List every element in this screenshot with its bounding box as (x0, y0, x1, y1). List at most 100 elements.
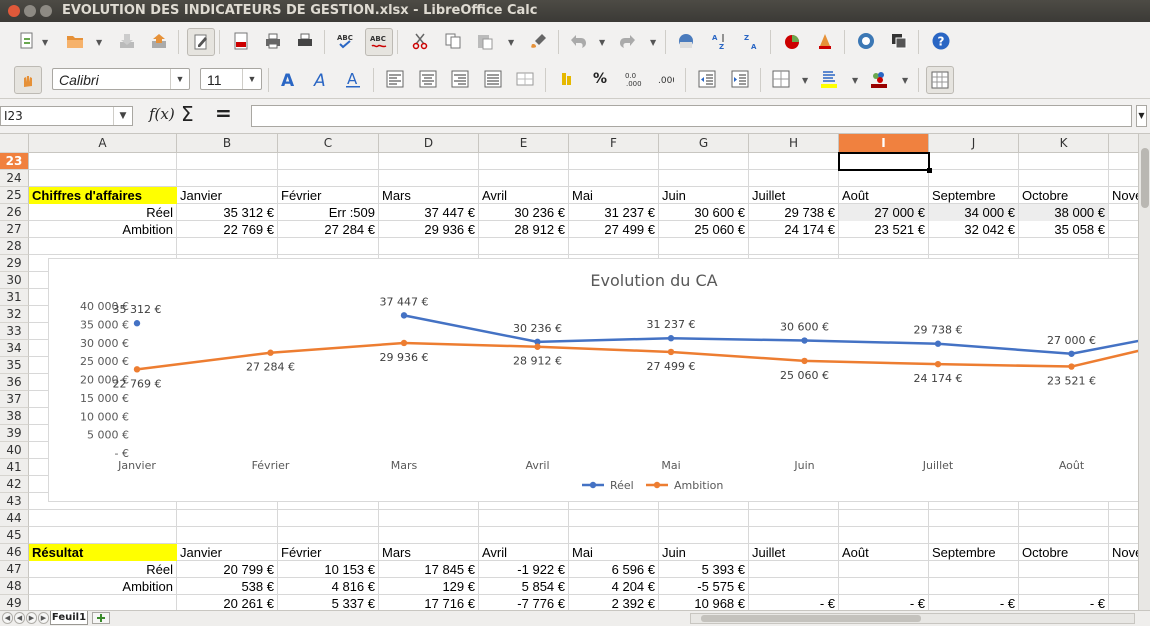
cell-h46[interactable]: Juillet (749, 544, 838, 561)
select-all-corner[interactable] (0, 134, 29, 153)
cell-a47[interactable]: Réel (29, 561, 176, 578)
add-sheet-button[interactable] (92, 612, 110, 624)
insert-chart-button[interactable] (779, 28, 805, 54)
cell-g25[interactable]: Juin (659, 187, 748, 204)
cell-b46[interactable]: Janvier (177, 544, 277, 561)
chevron-down-icon[interactable]: ▼ (170, 69, 189, 89)
vertical-scrollbar[interactable] (1138, 134, 1150, 610)
autospellcheck-button[interactable]: ABC (365, 28, 393, 56)
spellcheck-button[interactable]: ABC (333, 28, 359, 54)
cell-h27[interactable]: 24 174 € (749, 221, 838, 238)
horizontal-scrollbar[interactable] (690, 613, 1135, 624)
cell-g47[interactable]: 5 393 € (659, 561, 748, 578)
save-button[interactable] (114, 28, 140, 54)
percent-format-button[interactable]: % (587, 66, 613, 92)
spreadsheet-grid[interactable]: ABCDEFGHIJKL232425Chiffres d'affairesJan… (0, 134, 1138, 610)
cell-i27[interactable]: 23 521 € (839, 221, 928, 238)
new-document-button[interactable] (14, 28, 40, 54)
increase-indent-button[interactable] (727, 66, 753, 92)
chevron-down-icon[interactable]: ▼ (242, 69, 261, 89)
clone-formatting-button[interactable] (526, 28, 552, 54)
cell-f49[interactable]: 2 392 € (569, 595, 658, 610)
cell-e48[interactable]: 5 854 € (479, 578, 568, 595)
horizontal-scroll-thumb[interactable] (701, 615, 921, 622)
cell-d49[interactable]: 17 716 € (379, 595, 478, 610)
row-header-45[interactable]: 45 (0, 527, 29, 544)
vertical-scroll-thumb[interactable] (1141, 148, 1149, 208)
cell-d48[interactable]: 129 € (379, 578, 478, 595)
column-header-i[interactable]: I (839, 134, 929, 153)
cell-b48[interactable]: 538 € (177, 578, 277, 595)
cell-a48[interactable]: Ambition (29, 578, 176, 595)
cell-c46[interactable]: Février (278, 544, 378, 561)
row-header-35[interactable]: 35 (0, 357, 29, 374)
column-header-f[interactable]: F (569, 134, 659, 153)
help-button[interactable]: ? (928, 28, 954, 54)
cell-k49[interactable]: - € (1019, 595, 1108, 610)
cell-e49[interactable]: -7 776 € (479, 595, 568, 610)
row-header-37[interactable]: 37 (0, 391, 29, 408)
cell-f46[interactable]: Mai (569, 544, 658, 561)
chevron-down-icon[interactable]: ▼ (113, 107, 132, 125)
cell-d46[interactable]: Mars (379, 544, 478, 561)
export-button[interactable] (146, 28, 172, 54)
cell-f27[interactable]: 27 499 € (569, 221, 658, 238)
font-name-combobox[interactable]: Calibri ▼ (52, 68, 190, 90)
cell-d26[interactable]: 37 447 € (379, 204, 478, 221)
chart-evolution-ca[interactable]: Evolution du CA 40 000 €35 000 €30 000 €2… (48, 258, 1138, 502)
delete-decimal-button[interactable]: .000 (652, 66, 678, 92)
decrease-indent-button[interactable] (694, 66, 720, 92)
cell-b49[interactable]: 20 261 € (177, 595, 277, 610)
print-button[interactable] (260, 28, 286, 54)
chevron-down-icon[interactable]: ▼ (42, 38, 48, 47)
chevron-down-icon[interactable]: ▼ (508, 38, 514, 47)
bold-button[interactable]: A (275, 66, 301, 92)
row-header-41[interactable]: 41 (0, 459, 29, 476)
cell-j49[interactable]: - € (929, 595, 1018, 610)
column-header-a[interactable]: A (29, 134, 177, 153)
cell-h25[interactable]: Juillet (749, 187, 838, 204)
name-box[interactable]: I23 ▼ (0, 106, 133, 126)
cell-g46[interactable]: Juin (659, 544, 748, 561)
sort-ascending-button[interactable]: AZ (706, 28, 732, 54)
row-header-49[interactable]: 49 (0, 595, 29, 610)
align-left-button[interactable] (382, 66, 408, 92)
maximize-window-icon[interactable] (40, 5, 52, 17)
next-sheet-button[interactable]: ▶ (26, 612, 37, 624)
row-header-28[interactable]: 28 (0, 238, 29, 255)
underline-button[interactable]: A (340, 66, 366, 92)
column-header-j[interactable]: J (929, 134, 1019, 153)
row-header-29[interactable]: 29 (0, 255, 29, 272)
row-header-47[interactable]: 47 (0, 561, 29, 578)
cell-b25[interactable]: Janvier (177, 187, 277, 204)
styles-button[interactable] (14, 66, 42, 94)
merge-cells-button[interactable] (512, 66, 538, 92)
open-button[interactable] (62, 28, 88, 54)
redo-button[interactable] (615, 28, 641, 54)
cell-e25[interactable]: Avril (479, 187, 568, 204)
column-header-k[interactable]: K (1019, 134, 1109, 153)
export-pdf-button[interactable] (228, 28, 254, 54)
prev-sheet-button[interactable]: ◀ (14, 612, 25, 624)
row-header-48[interactable]: 48 (0, 578, 29, 595)
cell-j25[interactable]: Septembre (929, 187, 1018, 204)
cell-c48[interactable]: 4 816 € (278, 578, 378, 595)
gallery-button[interactable] (886, 28, 912, 54)
column-header-e[interactable]: E (479, 134, 569, 153)
row-header-23[interactable]: 23 (0, 153, 29, 170)
justify-button[interactable] (480, 66, 506, 92)
cell-i25[interactable]: Août (839, 187, 928, 204)
row-header-34[interactable]: 34 (0, 340, 29, 357)
cell-j27[interactable]: 32 042 € (929, 221, 1018, 238)
hyperlink-button[interactable] (673, 28, 699, 54)
draw-functions-button[interactable] (812, 28, 838, 54)
edit-mode-button[interactable] (187, 28, 215, 56)
row-header-30[interactable]: 30 (0, 272, 29, 289)
toggle-grid-button[interactable] (926, 66, 954, 94)
chevron-down-icon[interactable]: ▼ (599, 38, 605, 47)
sort-descending-button[interactable]: ZA (738, 28, 764, 54)
cell-k26[interactable]: 38 000 € (1019, 204, 1108, 221)
formula-button[interactable]: = (215, 101, 232, 125)
cell-k27[interactable]: 35 058 € (1019, 221, 1108, 238)
cell-f26[interactable]: 31 237 € (569, 204, 658, 221)
